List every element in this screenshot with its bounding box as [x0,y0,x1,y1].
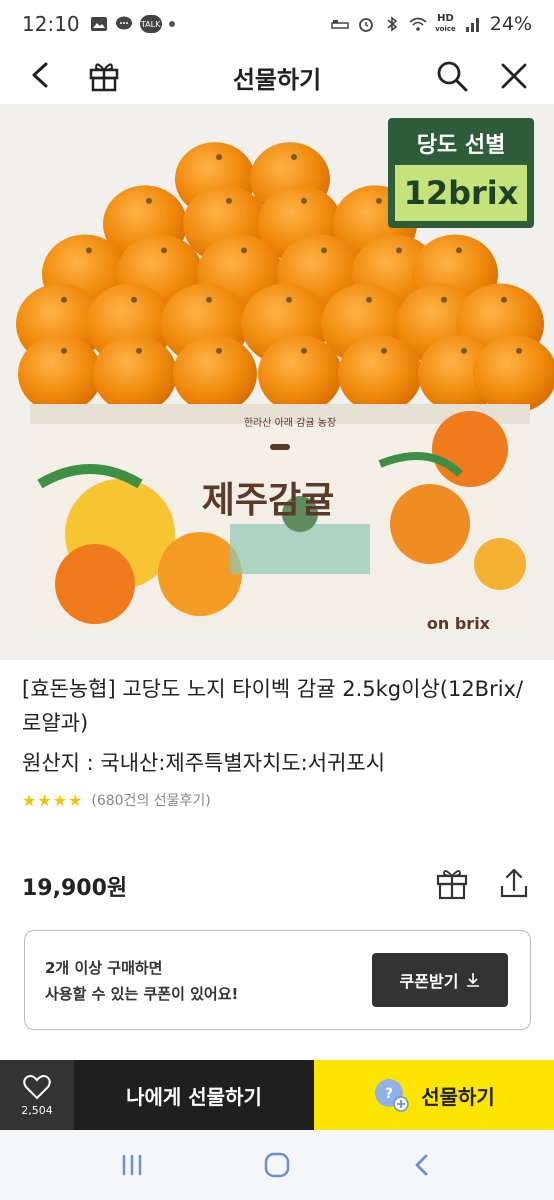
tangerine-stem [301,347,307,354]
tangerine-stem [441,296,447,303]
tangerine [93,335,177,413]
share-icon[interactable] [494,864,534,904]
gift-box-icon[interactable] [84,56,124,96]
tangerine [338,335,422,413]
action-bar: 2,504 나에게 선물하기 ? 선물하기 [0,1060,554,1130]
product-title: [효돈농협] 고당도 노지 타이벡 감귤 2.5kg이상(12Brix/로얄과) [22,677,524,735]
tangerine-stem [291,154,297,160]
tangerine-stem [216,154,222,160]
tangerine [18,335,102,413]
tangerine-stem [146,197,152,204]
sugar-badge: 당도 선별 12brix [388,118,534,228]
app-header: 선물하기 [0,48,554,102]
home-icon [264,1152,290,1178]
tangerine-stem [366,296,372,303]
wish-button[interactable]: 2,504 [0,1060,74,1130]
heart-icon [23,1074,51,1099]
svg-text:한라산 아래 감귤 농장: 한라산 아래 감귤 농장 [244,417,336,429]
tangerine-stem [286,296,292,303]
product-origin: 원산지 : 국내산:제주특별자치도:서귀포시 [22,751,386,775]
box-brand-text: 제주감귤 [202,480,334,521]
back-icon[interactable] [22,56,60,94]
tangerine-stem [136,347,142,354]
system-nav-bar [0,1130,554,1200]
product-price: 19,900원 [22,876,128,901]
tangerine-stem [376,197,382,204]
tangerine-stem [226,197,232,204]
gift-to-self-label: 나에게 선물하기 [126,1084,262,1109]
tangerine-stem [61,296,67,303]
coupon-text: 2개 이상 구매하면 사용할 수 있는 쿠폰이 있어요! [45,955,238,1007]
tangerine-stem [321,247,327,254]
back-nav-button[interactable] [402,1145,442,1185]
tangerine-stem [301,197,307,204]
rating[interactable]: ★★★★ (680건의 선물후기) [22,790,542,810]
product-info: [효돈농협] 고당도 노지 타이벡 감귤 2.5kg이상(12Brix/로얄과)… [22,672,542,810]
alarm-icon [359,18,373,32]
coupon-line2: 사용할 수 있는 쿠폰이 있어요! [45,985,239,1003]
badge-label: 당도 선별 [416,133,506,158]
download-icon [467,973,480,987]
tangerine [473,335,554,413]
svg-text:on brix: on brix [427,614,491,633]
rating-stars: ★★★★ [22,790,84,810]
chat-bubble-icon [115,16,132,30]
svg-text:?: ? [385,1086,393,1102]
recent-apps-button[interactable] [112,1145,152,1185]
gift-box-icon[interactable] [432,864,472,904]
close-icon[interactable] [494,56,534,96]
signal-icon [465,18,479,32]
review-count[interactable]: (680건의 선물후기) [91,790,210,810]
send-gift-button[interactable]: ? 선물하기 [314,1060,554,1130]
product-image[interactable]: 제주감귤 한라산 아래 감귤 농장 on brix 당도 선별 12brix [0,104,554,660]
status-bar: 12:10 TALK HD voice 24% [0,0,554,48]
tangerine-stem [381,347,387,354]
talk-icon: TALK [139,15,162,33]
back-nav-icon [415,1154,428,1176]
coupon-banner: 2개 이상 구매하면 사용할 수 있는 쿠폰이 있어요! 쿠폰받기 [24,930,531,1030]
notification-dot-icon [168,21,175,27]
gallery-icon [90,17,107,31]
tangerine-stem [86,247,92,254]
tangerine-stem [206,296,212,303]
battery-level: 24% [489,13,532,35]
status-time: 12:10 [22,12,80,36]
recent-apps-icon [123,1154,142,1176]
wish-count: 2,504 [21,1103,53,1117]
tangerine-stem [516,347,522,354]
tangerine-stem [456,247,462,254]
hd-voice-icon: HD voice [435,13,456,34]
home-button[interactable] [257,1145,297,1185]
tangerine-stem [501,296,507,303]
wifi-icon [409,17,427,31]
tangerine-stem [461,347,467,354]
tangerine-stem [131,296,137,303]
bluetooth-icon [387,16,398,32]
coupon-line1: 2개 이상 구매하면 [45,959,163,977]
badge-value: 12brix [395,165,527,221]
price-row: 19,900원 [22,864,534,904]
send-gift-label: 선물하기 [421,1084,495,1109]
tangerine-stem [396,247,402,254]
add-friend-icon: ? [375,1079,409,1112]
tangerine [258,335,342,413]
tangerine-stem [216,347,222,354]
get-coupon-label: 쿠폰받기 [399,972,459,991]
tangerine-stem [161,247,167,254]
get-coupon-button[interactable]: 쿠폰받기 [372,953,508,1007]
tangerine-stem [61,347,67,354]
gift-to-self-button[interactable]: 나에게 선물하기 [74,1060,314,1130]
search-icon[interactable] [432,56,472,96]
tangerine [173,335,257,413]
bed-icon [331,20,349,29]
tangerine-stem [241,247,247,254]
